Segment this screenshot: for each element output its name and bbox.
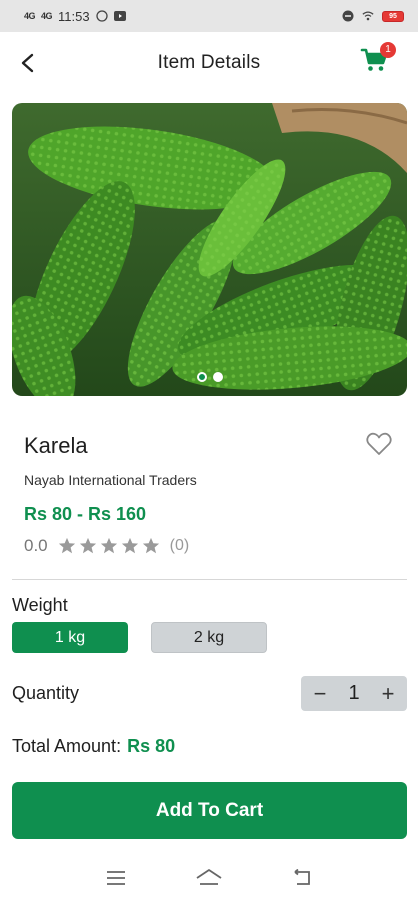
- quantity-stepper: − 1 +: [301, 676, 407, 711]
- status-left: 4G 4G 11:53: [24, 9, 126, 24]
- star-icon: [121, 537, 138, 554]
- carousel-dots: [12, 372, 407, 382]
- decrement-button[interactable]: −: [311, 681, 329, 706]
- total-amount-row: Total Amount: Rs 80: [12, 736, 175, 757]
- divider: [12, 579, 407, 580]
- system-nav-bar: [0, 855, 418, 900]
- star-icon: [100, 537, 117, 554]
- product-image: [12, 103, 407, 396]
- carousel-dot[interactable]: [212, 372, 223, 382]
- product-image-carousel[interactable]: [12, 103, 407, 396]
- signal-icon: 4G: [24, 11, 36, 21]
- rating-stars: [58, 537, 160, 555]
- favorite-button[interactable]: [366, 432, 394, 458]
- weight-option-1kg[interactable]: 1 kg: [12, 622, 128, 653]
- add-to-cart-button[interactable]: Add To Cart: [12, 782, 407, 839]
- vendor-name: Nayab International Traders: [24, 472, 197, 488]
- heart-icon: [366, 432, 392, 455]
- price-range: Rs 80 - Rs 160: [24, 504, 147, 524]
- app-header: Item Details 1: [0, 32, 418, 94]
- status-time: 11:53: [58, 8, 90, 24]
- battery-icon: 95: [382, 10, 404, 22]
- star-icon: [142, 537, 159, 554]
- weight-label: Weight: [12, 595, 68, 615]
- cart-button[interactable]: 1: [360, 42, 396, 76]
- rating-value: 0.0: [24, 536, 48, 555]
- increment-button[interactable]: +: [379, 681, 397, 706]
- back-button[interactable]: [14, 49, 42, 77]
- menu-icon: [107, 870, 126, 885]
- home-icon: [196, 868, 222, 885]
- whatsapp-icon: [95, 10, 108, 22]
- carousel-dot-active[interactable]: [196, 372, 207, 382]
- rating-row: 0.0 (0): [24, 536, 189, 556]
- quantity-label: Quantity: [12, 683, 80, 703]
- dnd-icon: [342, 10, 354, 22]
- wifi-icon: [362, 10, 374, 22]
- star-icon: [58, 537, 75, 554]
- rating-count: (0): [169, 537, 190, 554]
- total-amount-label: Total Amount:: [12, 736, 122, 756]
- total-amount-value: Rs 80: [127, 736, 176, 756]
- status-right: 95: [342, 10, 404, 22]
- signal-icon-2: 4G: [41, 11, 53, 21]
- youtube-icon: [113, 10, 126, 22]
- back-nav-icon: [294, 868, 310, 885]
- cart-count-badge: 1: [380, 42, 396, 58]
- back-nav-button[interactable]: [287, 867, 317, 889]
- status-bar: 4G 4G 11:53 95: [0, 0, 418, 32]
- weight-option-2kg[interactable]: 2 kg: [151, 622, 267, 653]
- page-title: Item Details: [157, 52, 261, 73]
- star-icon: [79, 537, 96, 554]
- back-arrow-icon: [21, 53, 34, 73]
- home-nav-button[interactable]: [194, 867, 224, 889]
- menu-nav-button[interactable]: [101, 867, 131, 889]
- quantity-value: 1: [348, 682, 360, 704]
- product-name: Karela: [24, 433, 88, 458]
